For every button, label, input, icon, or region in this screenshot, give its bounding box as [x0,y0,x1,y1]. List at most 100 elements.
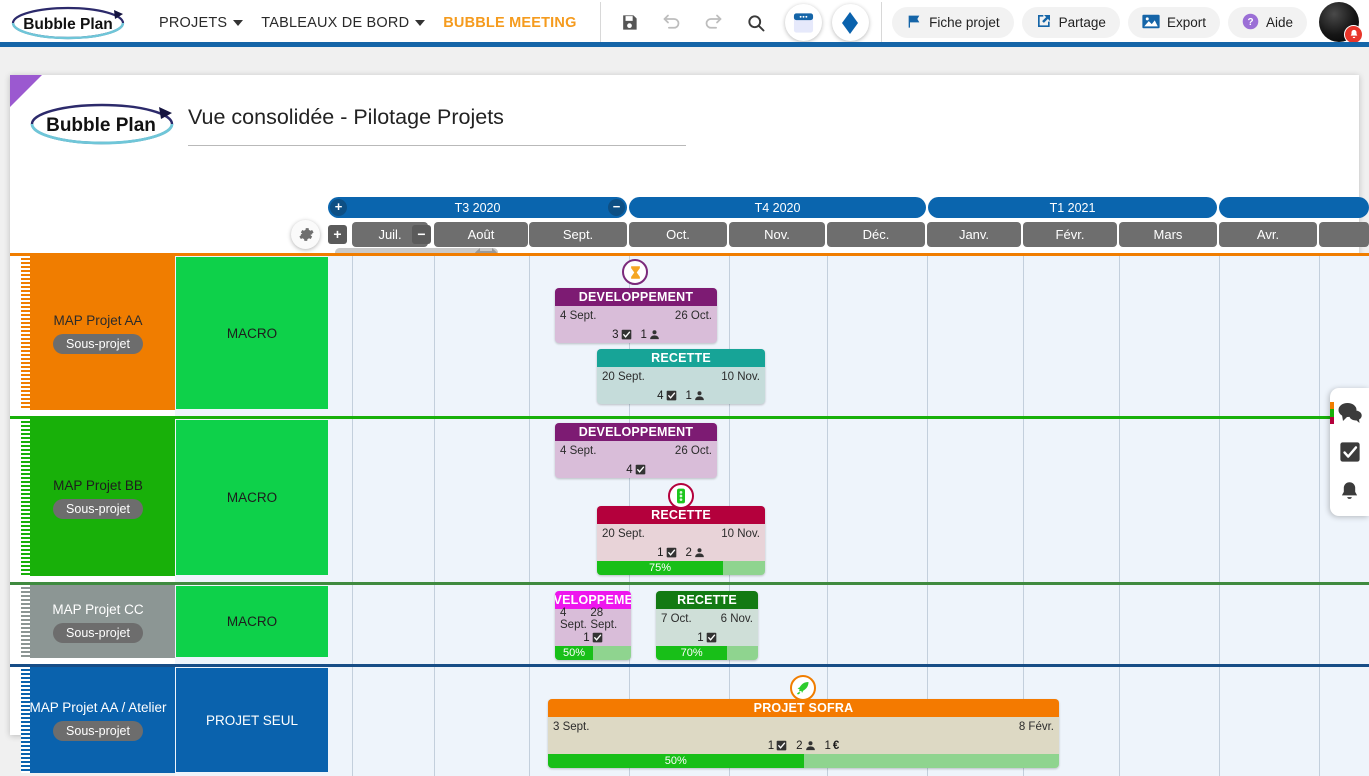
timeline-settings-gear-icon[interactable] [291,220,320,249]
row-drag-handle[interactable] [21,256,30,410]
timeline-quarter-t3-2020[interactable]: T3 2020 [328,197,627,218]
project-cell-2[interactable]: MAP Projet BB Sous-projet [21,419,175,576]
task-checklist-count: 1 [697,631,717,644]
board-view-icon[interactable] [784,4,822,41]
quarter-label: T3 2020 [454,200,501,215]
checkbox-icon [666,547,676,558]
search-icon[interactable] [737,4,775,42]
task-dates: 7 Oct. 6 Nov. [656,609,758,629]
svg-text:Bubble Plan: Bubble Plan [23,16,113,33]
timeline-month-sept[interactable]: Sept. [529,222,627,247]
checklist-count-value: 4 [626,463,633,476]
subproject-badge[interactable]: Sous-projet [53,721,143,741]
month-expand-button[interactable]: + [328,225,347,244]
task-bar[interactable]: DEVELOPPEMENT 4 Sept. 26 Oct. 4 [555,423,717,478]
task-bar[interactable]: RECETTE 7 Oct. 6 Nov. 1 70% [656,591,758,660]
macro-cell-4[interactable]: PROJET SEUL [176,668,328,772]
grid-line [827,253,828,776]
task-end-date: 10 Nov. [721,528,760,540]
task-people-count: 1 [686,390,705,402]
timeline-month-févr[interactable]: Févr. [1023,222,1117,247]
timeline-month-oct[interactable]: Oct. [629,222,727,247]
task-bar[interactable]: DEVELOPPEMENT4 Sept.28 Sept.150% [555,591,631,660]
month-collapse-button[interactable]: − [412,225,431,244]
timeline-month-janv[interactable]: Janv. [927,222,1021,247]
partage-button[interactable]: Partage [1021,7,1120,38]
export-label: Export [1166,15,1206,30]
checkbox-icon[interactable] [1337,439,1363,465]
avatar[interactable] [1319,1,1363,44]
macro-cell-3[interactable]: MACRO [176,586,328,657]
macro-cell-2[interactable]: MACRO [176,420,328,575]
month-label: Nov. [764,227,790,242]
month-label: Sept. [562,227,594,242]
row-separator [10,253,1369,256]
project-cell-1[interactable]: MAP Projet AA Sous-projet [21,256,175,410]
project-cell-4[interactable]: MAP Projet AA / Atelier Sous-projet [21,667,175,773]
macro-cell-1[interactable]: MACRO [176,257,328,409]
export-button[interactable]: Export [1127,7,1220,38]
milestone-traffic-light-icon[interactable] [668,483,694,509]
nav-item-bubble-meeting[interactable]: BUBBLE MEETING [434,15,585,31]
fiche-projet-button[interactable]: Fiche projet [892,7,1014,38]
save-icon[interactable] [611,4,649,42]
task-progress-bar: 75% [597,561,765,575]
checklist-count-value: 1 [697,631,704,644]
nav-divider [599,1,601,44]
diamond-icon[interactable] [831,4,869,41]
task-bar[interactable]: PROJET SOFRA 3 Sept. 8 Févr. 1 2 1 €50% [548,699,1059,768]
task-checklist-count: 1 [768,740,787,752]
milestone-hourglass-icon[interactable] [622,259,648,285]
help-circle-icon: ? [1242,13,1259,33]
row-drag-handle[interactable] [21,667,30,773]
task-bar[interactable]: RECETTE 20 Sept. 10 Nov. 4 1 [597,349,765,404]
quarter-label: T1 2021 [1049,200,1096,215]
people-count-value: 1 [685,389,692,402]
row-drag-handle[interactable] [21,419,30,576]
notification-badge[interactable] [1344,24,1363,44]
task-start-date: 3 Sept. [553,721,590,733]
timeline-month-déc[interactable]: Déc. [827,222,925,247]
undo-icon[interactable] [653,4,691,42]
subproject-badge[interactable]: Sous-projet [53,622,143,643]
task-bar[interactable]: RECETTE 20 Sept. 10 Nov. 1 2 75% [597,506,765,575]
nav-item-tableaux-de-bord[interactable]: TABLEAUX DE BORD [252,15,434,31]
timeline-quarter-t4-2020[interactable]: T4 2020 [629,197,926,218]
redo-icon[interactable] [695,4,733,42]
subproject-badge[interactable]: Sous-projet [53,498,143,519]
milestone-rocket-icon[interactable] [790,675,816,701]
task-checklist-count: 3 [612,329,631,341]
project-name: MAP Projet AA [53,313,143,328]
timeline-month-mars[interactable]: Mars [1119,222,1217,247]
project-cell-3[interactable]: MAP Projet CC Sous-projet [21,585,175,658]
chat-bubbles-icon[interactable] [1337,400,1363,426]
quarter-collapse-button[interactable]: − [608,199,625,216]
timeline-month-avr[interactable]: Avr. [1219,222,1317,247]
bell-icon[interactable] [1337,478,1363,504]
timeline-month-nov[interactable]: Nov. [729,222,825,247]
checkbox-icon [776,740,787,751]
person-icon [805,741,815,751]
quarter-expand-button[interactable]: + [330,199,347,216]
row-drag-handle[interactable] [21,585,30,658]
nav-item-projets[interactable]: PROJETS [150,15,252,31]
euro-icon: € [832,739,840,752]
timeline-month-août[interactable]: Août [434,222,528,247]
subproject-badge[interactable]: Sous-projet [53,334,143,354]
board-header: Bubble Plan Vue consolidée - Pilotage Pr… [10,89,1359,149]
task-end-date: 26 Oct. [674,445,712,457]
timeline-quarter-t1-2021[interactable]: T1 2021 [928,197,1217,218]
task-title: RECETTE [656,591,758,609]
task-bar[interactable]: DEVELOPPEMENT 4 Sept. 26 Oct. 3 1 [555,288,717,343]
task-title: DEVELOPPEMENT [555,423,717,441]
task-people-count: 2 [686,547,705,559]
timeline-month-next[interactable] [1319,222,1369,247]
gantt-grid [175,253,1369,776]
svg-text:Bubble Plan: Bubble Plan [46,115,156,136]
timeline-quarter-next[interactable] [1219,197,1369,218]
task-end-date: 8 Févr. [1018,721,1054,733]
aide-button[interactable]: ? Aide [1227,7,1307,38]
nav-item-projets-label: PROJETS [159,14,228,31]
share-icon [1036,13,1052,32]
app-logo[interactable]: Bubble Plan [6,5,136,41]
